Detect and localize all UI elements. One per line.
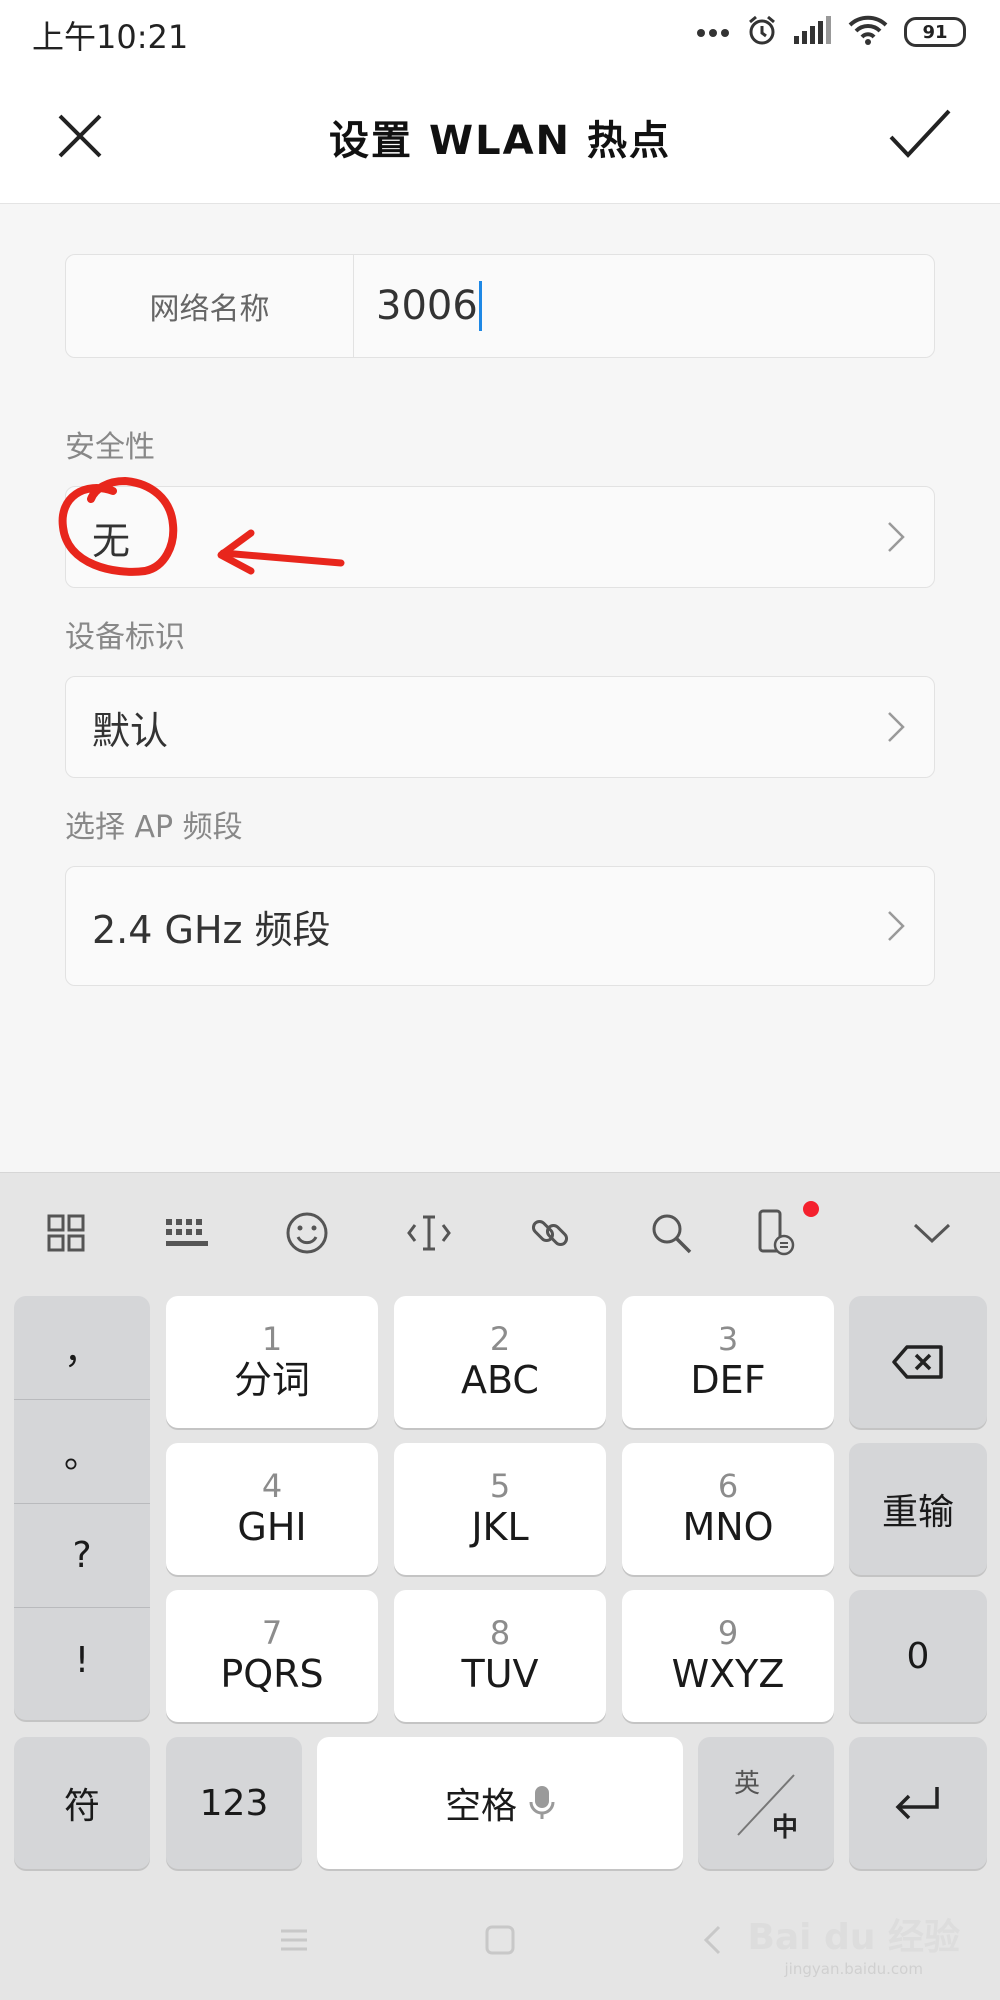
emoji-icon[interactable]: [283, 1209, 331, 1257]
space-key[interactable]: 空格: [317, 1737, 683, 1869]
network-name-value: 3006: [376, 283, 478, 329]
home-icon: [485, 1925, 515, 1955]
back-nav-button[interactable]: [692, 1920, 732, 1960]
confirm-button[interactable]: [884, 102, 956, 166]
text-caret: [478, 281, 482, 331]
punct-period-key[interactable]: 。: [14, 1400, 150, 1504]
zero-key[interactable]: 0: [849, 1590, 987, 1722]
collapse-icon[interactable]: [908, 1209, 956, 1257]
punctuation-column: ， 。 ? !: [14, 1296, 150, 1720]
battery-indicator: 91: [904, 17, 966, 47]
punct-exclaim-key[interactable]: !: [14, 1608, 150, 1712]
status-icons: 91: [696, 14, 966, 50]
notification-dot: [803, 1201, 819, 1217]
back-icon: [703, 1925, 721, 1955]
device-id-value: 默认: [92, 708, 169, 753]
link-icon[interactable]: [526, 1209, 574, 1257]
numeric-key[interactable]: 123: [166, 1737, 302, 1869]
enter-icon: [895, 1787, 939, 1820]
app-header: 设置 WLAN 热点: [0, 64, 1000, 204]
language-switch-key[interactable]: 英 中: [698, 1737, 834, 1869]
lang-en-label: 英: [734, 1769, 761, 1799]
chevron-right-icon: [888, 911, 905, 941]
system-nav-bar: Bai du 经验 jingyan.baidu.com: [0, 1880, 1000, 2000]
status-time: 上午10:21: [32, 18, 189, 56]
key-6[interactable]: 6 MNO: [622, 1443, 834, 1575]
search-icon[interactable]: [647, 1209, 695, 1257]
key-2[interactable]: 2 ABC: [394, 1296, 606, 1428]
security-value: 无: [92, 518, 131, 563]
device-id-select[interactable]: 默认: [65, 676, 935, 778]
symbol-key[interactable]: 符: [14, 1737, 150, 1869]
security-label: 安全性: [65, 430, 155, 465]
menu-icon: [281, 1929, 307, 1951]
checkmark-icon: [889, 109, 951, 158]
chevron-right-icon: [888, 712, 905, 742]
device-id-label: 设备标识: [65, 620, 185, 655]
baidu-jingyan-watermark: Bai du 经验 jingyan.baidu.com: [747, 1917, 960, 1978]
more-dots-icon: [696, 23, 730, 42]
punct-comma-key[interactable]: ，: [14, 1296, 150, 1400]
microphone-icon: [529, 1786, 555, 1819]
signal-icon: [794, 16, 832, 48]
key-3[interactable]: 3 DEF: [622, 1296, 834, 1428]
chevron-right-icon: [888, 522, 905, 552]
enter-key[interactable]: [849, 1737, 987, 1869]
slash-divider: [737, 1774, 795, 1836]
key-8[interactable]: 8 TUV: [394, 1590, 606, 1722]
text-cursor-icon[interactable]: [405, 1209, 453, 1257]
network-name-input[interactable]: 3006: [354, 255, 934, 357]
key-7[interactable]: 7 PQRS: [166, 1590, 378, 1722]
security-select[interactable]: 无: [65, 486, 935, 588]
key-5[interactable]: 5 JKL: [394, 1443, 606, 1575]
menu-nav-button[interactable]: [274, 1920, 314, 1960]
alarm-icon: [746, 14, 778, 50]
key-9[interactable]: 9 WXYZ: [622, 1590, 834, 1722]
ap-band-label: 选择 AP 频段: [65, 810, 243, 845]
phone-sync-icon[interactable]: [752, 1209, 800, 1257]
key-1[interactable]: 1 分词: [166, 1296, 378, 1428]
home-nav-button[interactable]: [480, 1920, 520, 1960]
lang-zh-label: 中: [772, 1813, 799, 1843]
ap-band-value: 2.4 GHz 频段: [92, 907, 331, 952]
keyboard-icon[interactable]: [163, 1209, 211, 1257]
network-name-field: 网络名称 3006: [65, 254, 935, 358]
page-title: 设置 WLAN 热点: [329, 118, 671, 164]
backspace-icon: [892, 1345, 943, 1379]
backspace-key[interactable]: [849, 1296, 987, 1428]
status-bar: 上午10:21 91: [0, 0, 1000, 64]
punct-question-key[interactable]: ?: [14, 1504, 150, 1608]
reinput-key[interactable]: 重输: [849, 1443, 987, 1575]
network-name-label: 网络名称: [66, 255, 354, 357]
apps-grid-icon[interactable]: [42, 1209, 90, 1257]
ap-band-select[interactable]: 2.4 GHz 频段: [65, 866, 935, 986]
wifi-icon: [848, 15, 888, 49]
key-4[interactable]: 4 GHI: [166, 1443, 378, 1575]
keyboard-toolbar: [0, 1173, 1000, 1291]
